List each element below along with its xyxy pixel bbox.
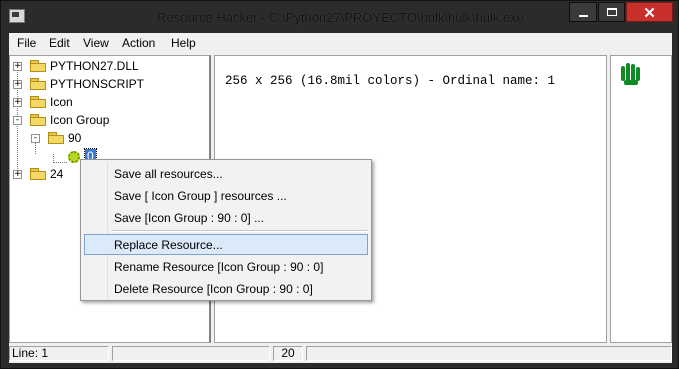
collapse-icon[interactable]: - <box>13 116 22 125</box>
menu-item-label: Rename Resource [Icon Group : 90 : 0] <box>114 260 324 274</box>
tree-item-label: 90 <box>68 131 82 145</box>
resource-info-text: 256 x 256 (16.8mil colors) - Ordinal nam… <box>225 74 556 88</box>
maximize-icon <box>607 8 617 16</box>
menu-file[interactable]: File <box>17 36 36 50</box>
status-count: 20 <box>273 346 303 361</box>
menu-action[interactable]: Action <box>122 36 155 50</box>
menu-bar: File Edit View Action Help <box>9 33 672 53</box>
status-bar: Line: 1 20 <box>9 345 672 363</box>
close-icon: ✕ <box>643 5 656 22</box>
folder-icon <box>30 96 46 108</box>
tree-item-pythonscript[interactable]: + PYTHONSCRIPT <box>10 76 210 93</box>
open-folder-icon <box>48 132 64 144</box>
context-menu: Save all resources... Save [ Icon Group … <box>80 159 372 301</box>
expand-icon[interactable]: + <box>13 98 22 107</box>
menu-item-replace-resource[interactable]: Replace Resource... <box>84 234 368 255</box>
folder-icon <box>30 60 46 72</box>
menu-item-label: Replace Resource... <box>114 238 223 252</box>
status-line: Line: 1 <box>9 346 109 361</box>
status-field <box>112 346 270 361</box>
status-field <box>306 346 672 361</box>
tree-item-label: PYTHONSCRIPT <box>50 77 145 91</box>
menu-item-label: Save [ Icon Group ] resources ... <box>114 189 287 203</box>
folder-icon <box>30 168 46 180</box>
tree-item-90[interactable]: - 90 <box>10 130 210 147</box>
menu-item-label: Save all resources... <box>114 167 223 181</box>
menu-item-label: Delete Resource [Icon Group : 90 : 0] <box>114 282 313 296</box>
menu-item-delete-resource[interactable]: Delete Resource [Icon Group : 90 : 0] <box>84 278 368 299</box>
app-window: Resource Hacker - C:\Python27\PROYECTO\h… <box>0 0 679 369</box>
icon-preview-pane[interactable] <box>610 55 672 343</box>
maximize-button[interactable] <box>598 2 625 22</box>
menu-item-label: Save [Icon Group : 90 : 0] ... <box>114 211 265 225</box>
tree-item-label: 24 <box>50 167 64 181</box>
menu-item-rename-resource[interactable]: Rename Resource [Icon Group : 90 : 0] <box>84 256 368 277</box>
menu-edit[interactable]: Edit <box>49 36 70 50</box>
hulk-icon-preview <box>621 63 643 85</box>
expand-icon[interactable]: + <box>13 62 22 71</box>
open-folder-icon <box>30 114 46 126</box>
close-button[interactable]: ✕ <box>626 2 673 22</box>
menu-view[interactable]: View <box>83 36 109 50</box>
tree-item-icon[interactable]: + Icon <box>10 94 210 111</box>
tree-item-label: PYTHON27.DLL <box>50 59 139 73</box>
menu-help[interactable]: Help <box>171 36 196 50</box>
menu-item-save-group[interactable]: Save [ Icon Group ] resources ... <box>84 185 368 206</box>
expand-icon[interactable]: + <box>13 80 22 89</box>
resource-gear-icon <box>68 151 80 163</box>
tree-item-icon-group[interactable]: - Icon Group <box>10 112 210 129</box>
tree-item-python27-dll[interactable]: + PYTHON27.DLL <box>10 58 210 75</box>
tree-item-label: Icon <box>50 95 73 109</box>
collapse-icon[interactable]: - <box>31 134 40 143</box>
expand-icon[interactable]: + <box>13 170 22 179</box>
minimize-button[interactable] <box>569 2 597 22</box>
menu-item-save-resource[interactable]: Save [Icon Group : 90 : 0] ... <box>84 207 368 228</box>
tree-item-label: Icon Group <box>50 113 110 127</box>
title-bar[interactable]: Resource Hacker - C:\Python27\PROYECTO\h… <box>1 1 679 33</box>
folder-icon <box>30 78 46 90</box>
menu-separator <box>111 230 367 232</box>
window-title-text: Resource Hacker - C:\Python27\PROYECTO\h… <box>157 10 524 25</box>
minimize-icon <box>579 15 588 17</box>
menu-item-save-all[interactable]: Save all resources... <box>84 163 368 184</box>
